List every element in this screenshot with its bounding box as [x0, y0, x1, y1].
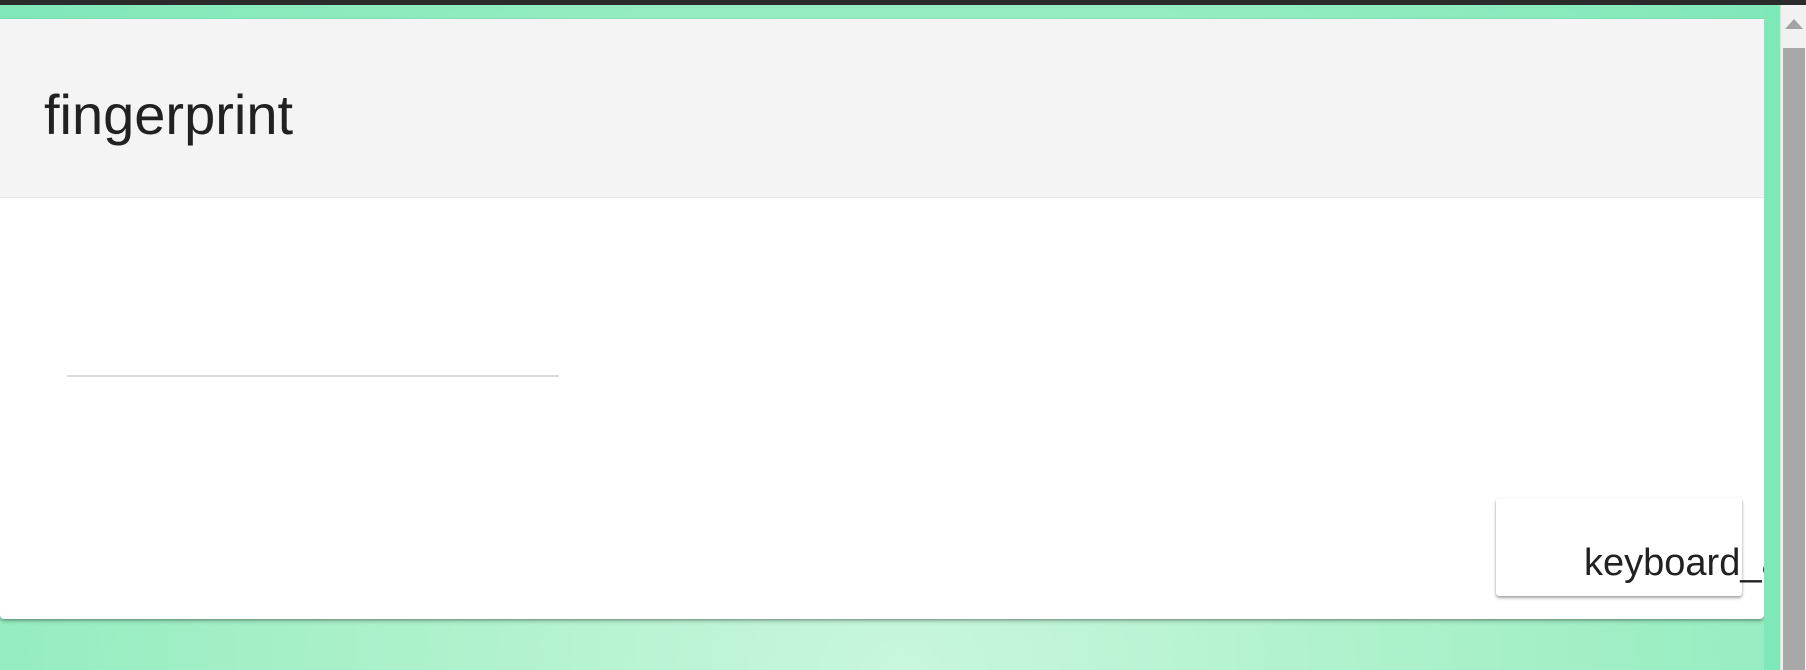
main-card: fingerprint keyboard_a — [0, 19, 1764, 619]
top-edge-strip — [0, 0, 1806, 5]
text-input[interactable] — [67, 339, 559, 375]
scrollbar-thumb[interactable] — [1783, 48, 1805, 670]
scroll-up-arrow-icon[interactable] — [1785, 19, 1803, 29]
vertical-scrollbar[interactable] — [1780, 5, 1806, 670]
next-button[interactable]: keyboard_a — [1496, 498, 1764, 596]
input-underline — [67, 375, 559, 377]
keyboard-arrow-icon: keyboard_a — [1584, 542, 1764, 584]
page-background-edge — [1764, 5, 1780, 670]
fingerprint-icon: fingerprint — [44, 83, 294, 146]
card-header: fingerprint — [0, 19, 1764, 198]
